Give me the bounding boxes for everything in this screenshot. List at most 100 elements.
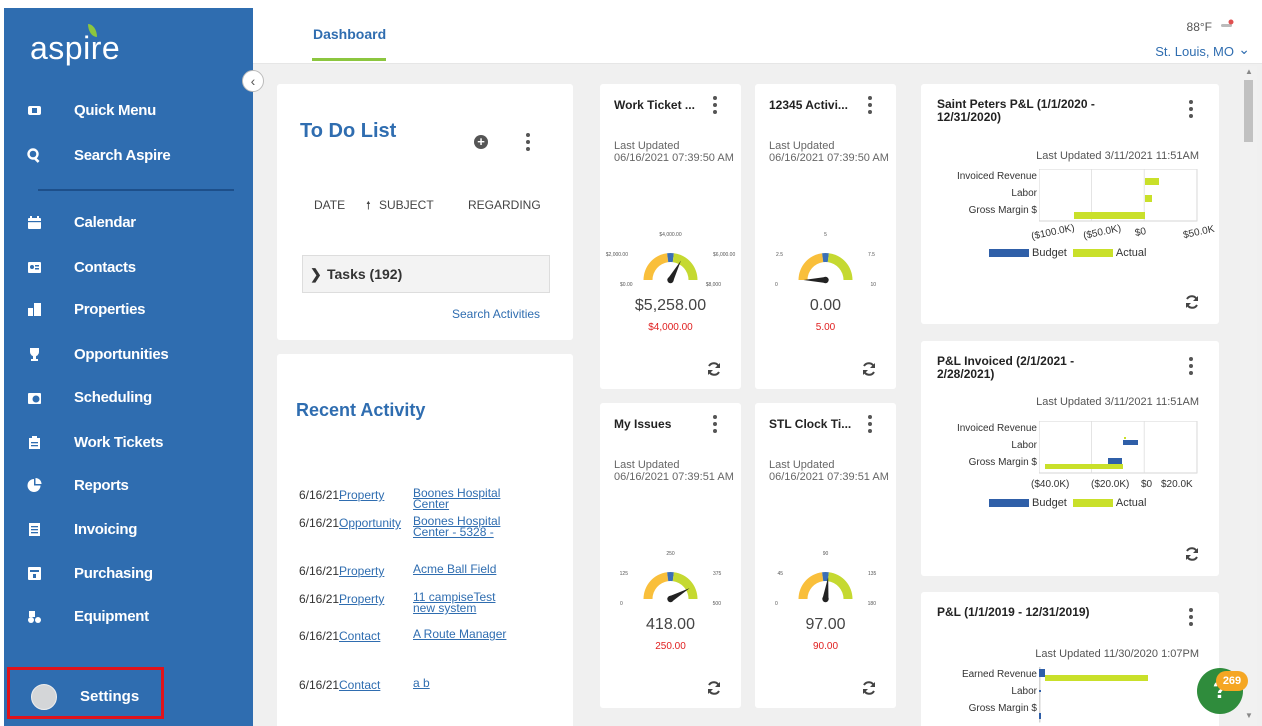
activity-date: 6/16/21 [299, 629, 340, 643]
col-subject[interactable]: SUBJECT [379, 198, 434, 212]
pl-row-label: Earned Revenue [961, 669, 1037, 680]
logo-text: aspire [30, 30, 121, 66]
sidebar-item-label: Invoicing [74, 520, 138, 538]
legend-actual-swatch [1072, 499, 1113, 508]
sidebar-item-search-aspire[interactable]: Search Aspire [4, 137, 253, 173]
tasks-group-row[interactable]: ❯ Tasks (192) [302, 255, 550, 293]
sidebar-item-equipment[interactable]: Equipment [4, 598, 253, 634]
widget-updated: Last Updated 06/16/2021 07:39:51 AM [769, 459, 889, 483]
activity-name-link[interactable]: Boones Hospital Center [413, 487, 519, 510]
chevron-down-icon[interactable]: ⌄ [1238, 41, 1250, 58]
sidebar-item-label: Work Tickets [74, 433, 164, 451]
widget-title: My Issues [614, 417, 672, 431]
sidebar-item-reports[interactable]: Reports [4, 467, 253, 503]
widget-menu-icon[interactable] [868, 415, 872, 433]
pl-row-label: Invoiced Revenue [956, 423, 1037, 434]
gauge-widget-card: STL Clock Ti... Last Updated 06/16/2021 0… [755, 403, 896, 708]
sort-up-icon[interactable]: 🠕 [366, 197, 371, 216]
gauge-band-target [667, 253, 674, 263]
sidebar-item-quick-menu[interactable]: Quick Menu [4, 92, 253, 128]
gauge-tick-label: 90 [823, 551, 829, 557]
activity-type-link[interactable]: Opportunity [339, 516, 413, 538]
avatar[interactable] [31, 684, 57, 710]
col-date[interactable]: DATE [314, 198, 345, 212]
sidebar: aspire Quick Menu Search Aspire Calendar Co… [4, 8, 253, 726]
pl-legend: Budget Actual [989, 247, 1146, 259]
widget-menu-icon[interactable] [713, 415, 717, 433]
refresh-icon[interactable] [706, 361, 722, 377]
scroll-up-icon[interactable]: ▲ [1245, 67, 1253, 76]
todo-title: To Do List [300, 120, 397, 142]
widget-value: $5,258.00 [634, 297, 707, 314]
activity-type-link[interactable]: Contact [339, 678, 413, 692]
legend-budget-label: Budget [1032, 497, 1067, 510]
legend-budget-swatch [989, 249, 1029, 258]
gauge-tick-label: 180 [868, 601, 877, 607]
activity-date: 6/16/21 [299, 516, 340, 530]
widget-menu-icon[interactable] [868, 96, 872, 114]
gauge-band-high [672, 253, 698, 280]
notification-count-badge[interactable]: 269 [1216, 671, 1248, 691]
refresh-icon[interactable] [1184, 546, 1200, 562]
location-selector[interactable]: St. Louis, MO [1155, 44, 1234, 59]
refresh-icon[interactable] [706, 680, 722, 696]
equipment-icon [26, 608, 42, 624]
activity-type-link[interactable]: Property [339, 488, 413, 510]
gauge-band-high [827, 253, 853, 280]
scrollbar-thumb[interactable] [1244, 80, 1253, 142]
pl-menu-icon[interactable] [1189, 100, 1193, 118]
settings-label[interactable]: Settings [80, 688, 139, 705]
sidebar-item-scheduling[interactable]: Scheduling [4, 379, 253, 415]
activity-name-link[interactable]: 11 campiseTest new system [413, 591, 519, 614]
gauge-tick-label: 500 [713, 601, 722, 607]
sidebar-item-invoicing[interactable]: Invoicing [4, 511, 253, 547]
aspire-logo[interactable]: aspire [30, 24, 121, 67]
properties-icon [26, 301, 42, 317]
sidebar-item-calendar[interactable]: Calendar [4, 204, 253, 240]
sidebar-item-opportunities[interactable]: Opportunities [4, 336, 253, 372]
sidebar-item-work-tickets[interactable]: Work Tickets [4, 424, 253, 460]
pl-bar-actual [1145, 178, 1159, 185]
widget-target: 90.00 [812, 641, 839, 652]
sidebar-item-purchasing[interactable]: Purchasing [4, 555, 253, 591]
activity-name-link[interactable]: Acme Ball Field [413, 563, 519, 578]
pl-bar-chart [1039, 667, 1148, 723]
search-icon [26, 147, 42, 163]
pl-row-label: Gross Margin $ [968, 205, 1037, 216]
scrollbar[interactable] [1240, 66, 1257, 726]
sidebar-item-label: Scheduling [74, 388, 152, 406]
activity-type-link[interactable]: Property [339, 592, 413, 614]
todo-menu-icon[interactable] [526, 133, 530, 151]
collapse-sidebar-button[interactable]: ‹ [242, 70, 264, 92]
gauge-hub [667, 276, 674, 284]
purchasing-icon [26, 565, 42, 581]
activity-name-link[interactable]: a b [413, 677, 519, 692]
pl-updated: Last Updated 11/30/2020 1:07PM [1035, 648, 1199, 660]
pl-row-label: Gross Margin $ [968, 703, 1037, 714]
refresh-icon[interactable] [1184, 294, 1200, 310]
gauge-tick-label: 250 [666, 551, 675, 557]
sidebar-item-contacts[interactable]: Contacts [4, 249, 253, 285]
activity-name-link[interactable]: Boones Hospital Center - 5328 - [413, 515, 519, 538]
activity-type-link[interactable]: Property [339, 564, 413, 578]
refresh-icon[interactable] [861, 680, 877, 696]
activity-type-link[interactable]: Contact [339, 629, 413, 643]
refresh-icon[interactable] [861, 361, 877, 377]
tab-dashboard[interactable]: Dashboard [313, 26, 386, 42]
gauge-tick-label: 10 [870, 282, 876, 288]
search-activities-link[interactable]: Search Activities [452, 307, 540, 321]
pl-menu-icon[interactable] [1189, 357, 1193, 375]
pl-widget-card: P&L Invoiced (2/1/2021 - 2/28/2021) Last … [921, 341, 1219, 576]
col-regarding[interactable]: REGARDING [468, 198, 541, 212]
scroll-down-icon[interactable]: ▼ [1245, 711, 1253, 720]
pl-menu-icon[interactable] [1189, 608, 1193, 626]
widget-title: 12345 Activi... [769, 98, 848, 112]
gauge-tick-label: 45 [777, 571, 783, 577]
top-strip [0, 0, 1262, 8]
widget-menu-icon[interactable] [713, 96, 717, 114]
gauge-chart: 0 125 250 375 500 [620, 551, 722, 607]
add-icon[interactable]: + [474, 135, 488, 149]
activity-name-link[interactable]: A Route Manager [413, 628, 519, 643]
legend-budget-swatch [989, 499, 1029, 508]
sidebar-item-properties[interactable]: Properties [4, 291, 253, 327]
